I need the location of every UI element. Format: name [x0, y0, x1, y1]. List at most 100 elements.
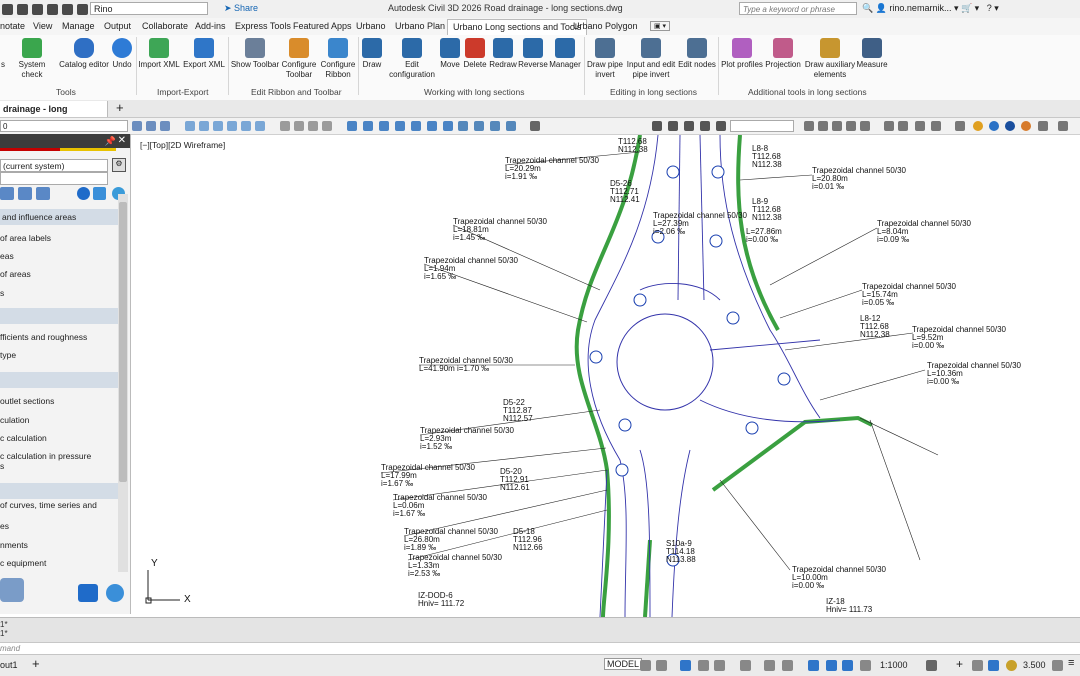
palette-item[interactable]: of areas [0, 268, 118, 280]
palette-item[interactable]: of curves, time series and [0, 499, 118, 511]
palette-scroll-thumb[interactable] [119, 202, 127, 482]
tab-addins[interactable]: Add-ins [195, 21, 226, 31]
open-icon[interactable] [2, 3, 13, 15]
draw-auxiliary-elements-button[interactable]: Draw auxiliary elements [804, 38, 856, 80]
isolate-icon[interactable] [972, 660, 983, 671]
plot-profiles-button[interactable]: Plot profiles [720, 38, 764, 70]
palette-item[interactable]: of area labels [0, 232, 118, 244]
material-icon[interactable] [1021, 121, 1031, 131]
tool-icon[interactable] [427, 121, 437, 131]
layer-icon[interactable] [132, 121, 142, 131]
new-tab-icon[interactable]: + [116, 100, 124, 115]
sun-icon[interactable] [973, 121, 983, 131]
tab-express-tools[interactable]: Express Tools [235, 21, 291, 31]
tool-icon[interactable] [213, 121, 223, 131]
tool-icon[interactable] [716, 121, 726, 131]
input-edit-pipe-invert-button[interactable]: Input and edit pipe invert [624, 38, 678, 80]
tool-icon[interactable] [411, 121, 421, 131]
ribbon-button-s[interactable]: s [0, 38, 8, 70]
zoom-icon[interactable] [832, 121, 842, 131]
tool-icon[interactable] [700, 121, 710, 131]
palette-item[interactable]: fficients and roughness [0, 331, 118, 343]
undo-button[interactable]: Undo [110, 38, 134, 70]
palette-item[interactable]: s [0, 287, 118, 299]
snap-icon[interactable] [656, 660, 667, 671]
edit-configuration-button[interactable]: Edit configuration [386, 38, 438, 80]
info-icon[interactable] [78, 584, 98, 602]
tool-icon[interactable] [322, 121, 332, 131]
tab-collaborate[interactable]: Collaborate [142, 21, 188, 31]
tool-icon[interactable] [506, 121, 516, 131]
palette-item[interactable]: nments [0, 539, 118, 551]
document-tab[interactable]: drainage - long sections* ✕ [0, 101, 108, 130]
palette-section-header[interactable] [0, 483, 118, 499]
annotation-scale-icon[interactable] [860, 660, 871, 671]
coordinate-system-combo[interactable]: (current system) [0, 159, 108, 172]
tool-icon[interactable] [443, 121, 453, 131]
menu-icon[interactable]: ≡ [1068, 657, 1074, 669]
configure-ribbon-button[interactable]: Configure Ribbon [319, 38, 357, 80]
manager-button[interactable]: Manager [548, 38, 582, 70]
tool-icon[interactable] [395, 121, 405, 131]
osnap-icon[interactable] [714, 660, 725, 671]
tool-icon[interactable] [363, 121, 373, 131]
palette-section-header[interactable] [0, 372, 118, 388]
tab-urbano-long-sections[interactable]: Urbano Long sections and Tools [447, 19, 588, 35]
tool-icon[interactable] [652, 121, 662, 131]
hardware-acceleration-icon[interactable] [988, 660, 999, 671]
layout-tab[interactable]: out1 [0, 660, 18, 670]
user-account[interactable]: 🔍 👤 rino.nemarnik... ▾ 🛒 ▾ ? ▾ [862, 3, 999, 14]
tool-icon[interactable] [308, 121, 318, 131]
tool-icon[interactable] [227, 121, 237, 131]
tool-icon[interactable] [294, 121, 304, 131]
help-icon[interactable] [106, 584, 124, 602]
tab-manage[interactable]: Manage [62, 21, 95, 31]
measure-button[interactable]: Measure [856, 38, 888, 70]
workspace-switch-icon[interactable] [1052, 660, 1063, 671]
system-check-button[interactable]: System check [8, 38, 56, 80]
tab-featured-apps[interactable]: Featured Apps [293, 21, 352, 31]
palette-item[interactable]: c calculation [0, 432, 118, 444]
grid-icon[interactable] [640, 660, 651, 671]
tab-annotate[interactable]: notate [0, 21, 25, 31]
transparency-icon[interactable] [782, 660, 793, 671]
globe-icon[interactable] [989, 121, 999, 131]
tab-more-icon[interactable]: ▣ ▾ [650, 21, 671, 31]
lineweight-icon[interactable] [764, 660, 775, 671]
tab-urbano-plan[interactable]: Urbano Plan [395, 21, 445, 31]
print-icon[interactable] [47, 3, 58, 15]
delete-button[interactable]: Delete [462, 38, 488, 70]
move-button[interactable]: Move [438, 38, 462, 70]
drawing-canvas[interactable]: T112.68 N112.38 Trapezoidal channel 50/3… [137, 135, 1080, 617]
reverse-button[interactable]: Reverse [518, 38, 548, 70]
palette-item[interactable]: eas [0, 250, 118, 262]
tool-icon[interactable] [684, 121, 694, 131]
tool-icon[interactable] [474, 121, 484, 131]
pin-icon[interactable]: 📌 [105, 136, 116, 147]
tool-icon[interactable] [199, 121, 209, 131]
autoscale-icon[interactable] [842, 660, 853, 671]
palette-item[interactable]: es [0, 520, 118, 532]
polar-icon[interactable] [698, 660, 709, 671]
palette-item[interactable]: culation [0, 414, 118, 426]
tab-urbano-polygon[interactable]: Urbano Polygon [573, 21, 638, 31]
tool-icon[interactable] [955, 121, 965, 131]
view-icon[interactable] [0, 187, 14, 200]
saveas-icon[interactable] [32, 3, 43, 15]
palette-item[interactable]: c equipment [0, 557, 118, 569]
import-xml-button[interactable]: Import XML [138, 38, 180, 70]
palette-section-header[interactable]: and influence areas [0, 209, 118, 225]
add-layout-icon[interactable]: + [32, 656, 40, 671]
catalog-editor-button[interactable]: Catalog editor [58, 38, 110, 70]
tool-icon[interactable] [931, 121, 941, 131]
tracking-icon[interactable] [740, 660, 751, 671]
zoom-icon[interactable] [818, 121, 828, 131]
show-toolbar-button[interactable]: Show Toolbar [230, 38, 280, 70]
tool-icon[interactable] [915, 121, 925, 131]
tab-output[interactable]: Output [104, 21, 131, 31]
settings-icon[interactable]: ⚙ [112, 158, 126, 172]
palette-item[interactable]: s [0, 460, 118, 472]
layer-combo[interactable]: 0 [0, 120, 128, 132]
tool-icon[interactable] [347, 121, 357, 131]
model-space-button[interactable]: MODEL [604, 658, 643, 670]
